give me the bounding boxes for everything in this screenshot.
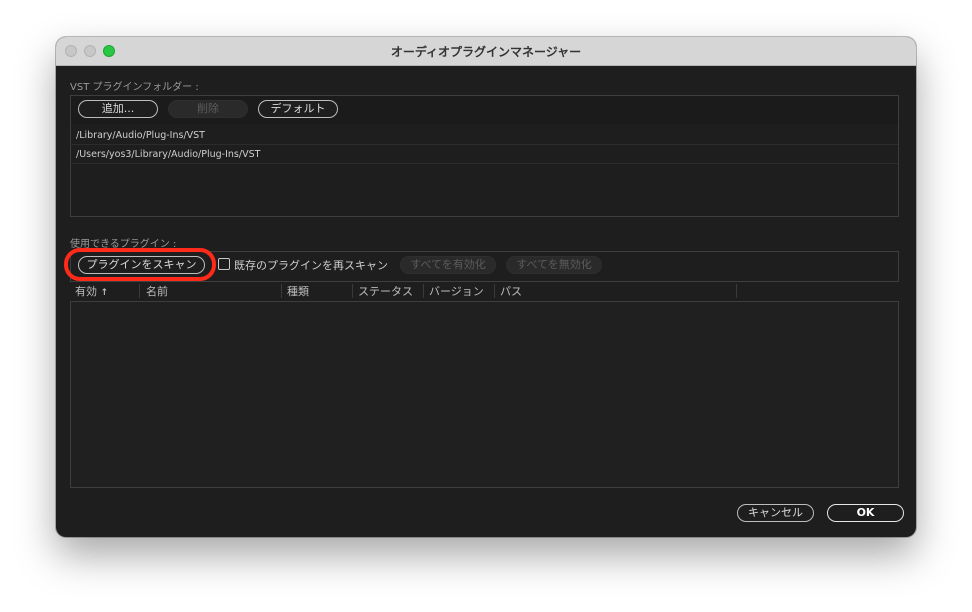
column-divider[interactable] (352, 284, 353, 298)
column-header-name[interactable]: 名前 (146, 283, 168, 299)
column-divider[interactable] (423, 284, 424, 298)
folder-path-row[interactable]: /Users/yos3/Library/Audio/Plug-Ins/VST (70, 145, 898, 164)
scan-button-highlight (64, 248, 216, 281)
column-header-version[interactable]: バージョン (429, 283, 484, 299)
folder-path-row[interactable]: /Library/Audio/Plug-Ins/VST (70, 126, 898, 145)
column-divider[interactable] (494, 284, 495, 298)
column-divider[interactable] (736, 284, 737, 298)
plugin-list[interactable] (70, 301, 899, 488)
window-title: オーディオプラグインマネージャー (390, 45, 582, 59)
cancel-button[interactable]: キャンセル (737, 504, 814, 522)
column-header-status[interactable]: ステータス (358, 283, 413, 299)
column-header-path[interactable]: パス (500, 283, 522, 299)
column-divider[interactable] (281, 284, 282, 298)
default-folders-button[interactable]: デフォルト (258, 100, 338, 118)
title-bar: オーディオプラグインマネージャー (56, 37, 916, 66)
rescan-existing-label[interactable]: 既存のプラグインを再スキャン (234, 257, 388, 273)
column-header-enabled-label: 有効 (75, 285, 97, 298)
column-header-type[interactable]: 種類 (287, 283, 309, 299)
rescan-existing-checkbox[interactable] (218, 258, 230, 270)
ok-button[interactable]: OK (827, 504, 904, 522)
disable-all-button[interactable]: すべてを無効化 (506, 256, 602, 274)
enable-all-button[interactable]: すべてを有効化 (400, 256, 496, 274)
column-divider[interactable] (139, 284, 140, 298)
column-header-enabled[interactable]: 有効 ↑ (75, 283, 108, 299)
sort-ascending-icon: ↑ (100, 288, 109, 298)
vst-folders-label: VST プラグインフォルダー : (70, 82, 199, 93)
add-folder-button[interactable]: 追加... (78, 100, 158, 118)
delete-folder-button[interactable]: 削除 (168, 100, 248, 118)
